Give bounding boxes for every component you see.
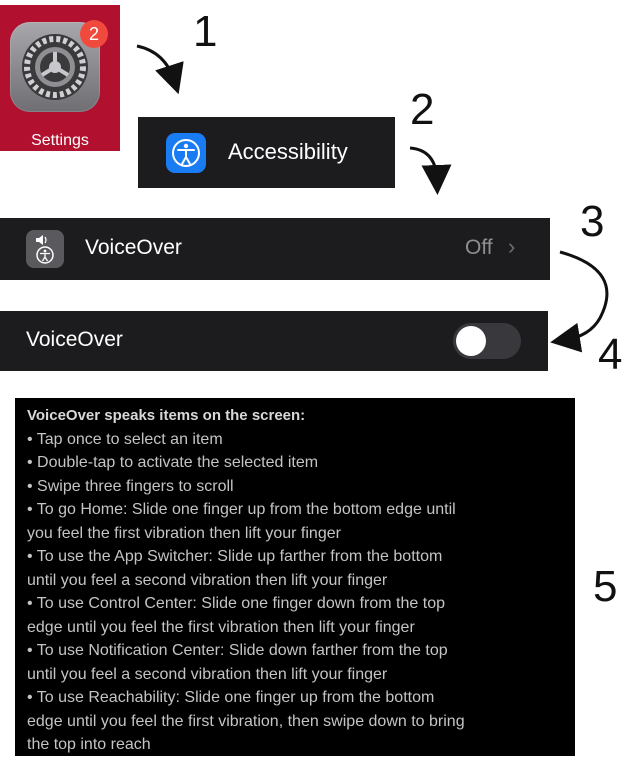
settings-label: Settings bbox=[31, 132, 89, 149]
voiceover-icon bbox=[26, 230, 64, 268]
arrow-step1-icon bbox=[136, 44, 184, 95]
chevron-right-icon: › bbox=[508, 234, 516, 259]
description-line: the top into reach bbox=[27, 736, 151, 753]
description-heading: VoiceOver speaks items on the screen: bbox=[27, 407, 306, 424]
step-number-2: 2 bbox=[410, 85, 435, 134]
description-line: • Double-tap to activate the selected it… bbox=[27, 454, 319, 471]
accessibility-label: Accessibility bbox=[228, 139, 348, 164]
notification-badge: 2 bbox=[80, 20, 108, 48]
description-line: edge until you feel the first vibration … bbox=[27, 618, 415, 636]
voiceover-row[interactable]: VoiceOver Off › bbox=[0, 218, 550, 280]
step-number-3: 3 bbox=[580, 197, 605, 246]
description-line: edge until you feel the first vibration,… bbox=[27, 712, 465, 730]
description-line: you feel the first vibration then lift y… bbox=[27, 524, 341, 542]
step-number-4: 4 bbox=[598, 330, 623, 379]
voiceover-toggle-switch[interactable] bbox=[453, 323, 521, 359]
settings-app-tile[interactable]: 2 Settings bbox=[0, 5, 120, 151]
description-text: VoiceOver speaks items on the screen: • … bbox=[27, 404, 572, 757]
description-line: • To use Control Center: Slide one finge… bbox=[27, 595, 445, 612]
description-line: until you feel a second vibration then l… bbox=[27, 665, 388, 683]
step-number-1: 1 bbox=[193, 7, 218, 56]
voiceover-status-value: Off bbox=[465, 236, 493, 259]
description-line: • Tap once to select an item bbox=[27, 430, 223, 448]
voiceover-description-panel: VoiceOver speaks items on the screen: • … bbox=[15, 398, 575, 756]
voiceover-toggle-label: VoiceOver bbox=[26, 328, 123, 351]
description-line: until you feel a second vibration then l… bbox=[27, 571, 388, 589]
voiceover-row-label: VoiceOver bbox=[85, 236, 182, 259]
step-number-5: 5 bbox=[593, 562, 618, 611]
arrow-step2-icon bbox=[409, 146, 452, 195]
description-line: • To use the App Switcher: Slide up fart… bbox=[27, 548, 443, 565]
accessibility-icon bbox=[166, 133, 206, 173]
description-line: • To use Reachability: Slide one finger … bbox=[27, 689, 435, 706]
accessibility-row[interactable]: Accessibility bbox=[138, 117, 395, 188]
toggle-knob bbox=[456, 326, 486, 356]
description-line: • Swipe three fingers to scroll bbox=[27, 477, 234, 495]
description-line: • To use Notification Center: Slide down… bbox=[27, 642, 448, 659]
description-line: • To go Home: Slide one finger up from t… bbox=[27, 501, 456, 518]
voiceover-toggle-row: VoiceOver bbox=[0, 311, 548, 371]
arrow-step3-icon bbox=[550, 250, 609, 353]
